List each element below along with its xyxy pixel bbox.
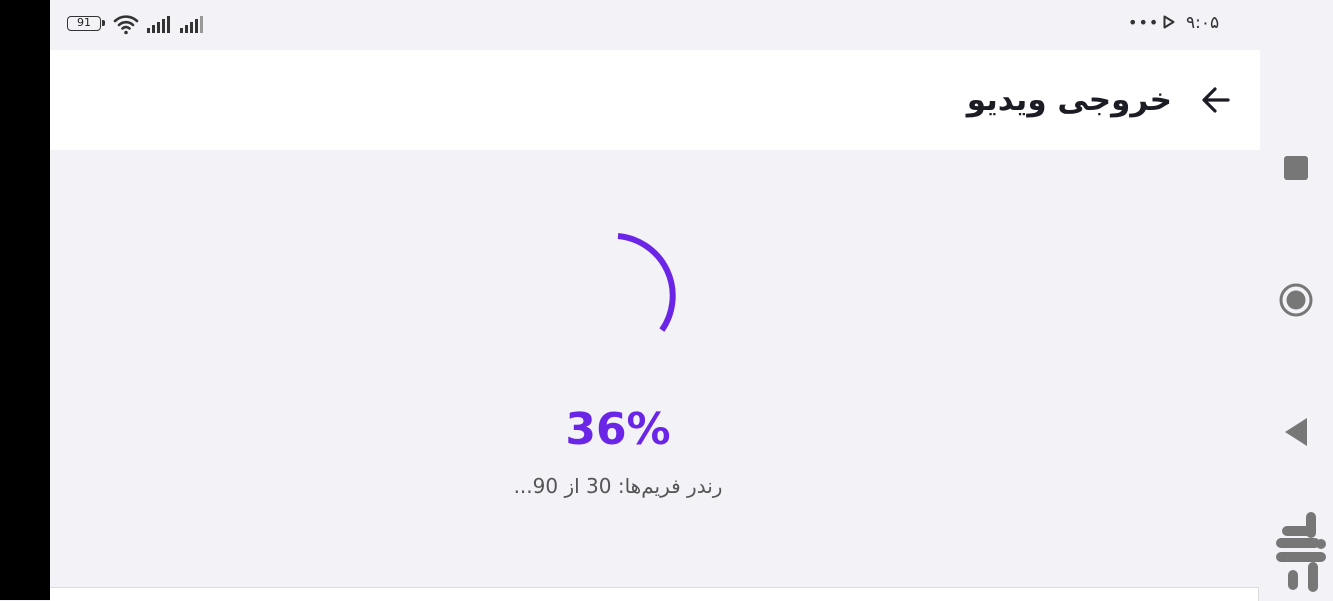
system-back-button[interactable] bbox=[1273, 410, 1319, 454]
play-icon bbox=[1163, 15, 1175, 29]
page-title: خروجی ویدیو bbox=[966, 82, 1172, 118]
market-logo-icon bbox=[1276, 512, 1326, 592]
status-bar: 91 ••• ۹:۰۵ bbox=[50, 0, 1260, 50]
battery-icon: 91 bbox=[67, 16, 105, 31]
recents-square-icon bbox=[1284, 156, 1308, 180]
system-nav-bar bbox=[1260, 0, 1333, 600]
recents-button[interactable] bbox=[1273, 148, 1319, 188]
device-bezel-left bbox=[0, 0, 50, 600]
cell-signal-icon bbox=[180, 16, 203, 33]
render-status-text: رندر فریم‌ها: 30 از 90... bbox=[513, 474, 723, 498]
app-screen: 91 ••• ۹:۰۵ bbox=[50, 0, 1260, 601]
wifi-icon bbox=[113, 15, 139, 35]
home-circle-icon bbox=[1279, 283, 1313, 317]
home-button[interactable] bbox=[1273, 278, 1319, 322]
cell-signal-icon bbox=[147, 16, 170, 33]
status-clock: ۹:۰۵ bbox=[1186, 13, 1220, 33]
more-dots-icon: ••• bbox=[1128, 13, 1160, 32]
back-triangle-icon bbox=[1285, 418, 1307, 446]
app-bar: خروجی ویدیو bbox=[50, 50, 1260, 150]
progress-percent: 36% bbox=[565, 404, 671, 455]
arrow-back-icon bbox=[1202, 87, 1230, 113]
back-button[interactable] bbox=[1194, 78, 1238, 122]
bottom-panel-edge bbox=[50, 587, 1259, 601]
progress-spinner bbox=[617, 233, 676, 332]
